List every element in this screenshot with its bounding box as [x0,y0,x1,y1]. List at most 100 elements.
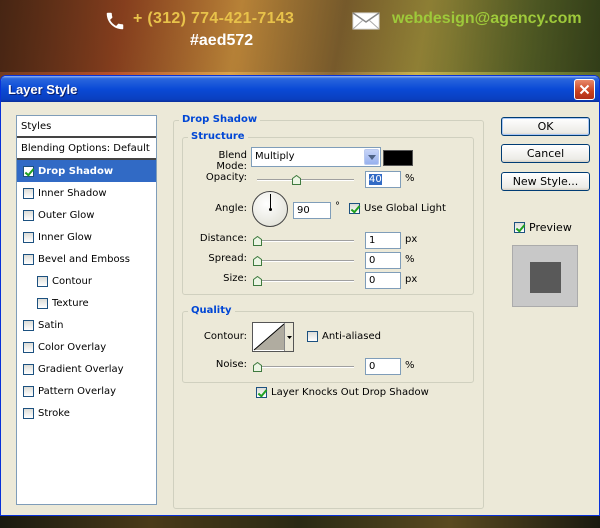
checkbox-box[interactable] [23,407,34,419]
style-item-label: Bevel and Emboss [38,253,130,265]
angle-unit: ° [335,201,340,212]
angle-value: 90 [297,205,310,216]
email-address: webdesign@agency.com [392,10,582,27]
style-item-label: Color Overlay [38,341,107,353]
style-item-pattern-overlay[interactable]: Pattern Overlay [17,380,156,402]
angle-input[interactable]: 90 [293,202,331,219]
close-icon [579,84,590,95]
style-item-inner-shadow[interactable]: Inner Shadow [17,182,156,204]
noise-slider[interactable] [253,362,354,372]
style-item-label: Inner Glow [38,231,92,243]
noise-input[interactable]: 0 [365,358,401,375]
knockout-checkbox[interactable]: Layer Knocks Out Drop Shadow [256,387,429,398]
style-preview [512,245,578,307]
checkbox-box[interactable] [256,387,267,398]
slider-thumb[interactable] [253,276,262,286]
spread-slider[interactable] [253,256,354,266]
new-style-button[interactable]: New Style... [501,172,590,191]
distance-input[interactable]: 1 [365,232,401,249]
slider-thumb[interactable] [253,236,262,246]
ok-button[interactable]: OK [501,117,590,136]
styles-header[interactable]: Styles [17,116,156,138]
spread-value: 0 [369,255,376,266]
preview-swatch [530,262,561,293]
structure-title: Structure [188,131,248,142]
blending-options-item[interactable]: Blending Options: Default [17,138,156,160]
style-item-inner-glow[interactable]: Inner Glow [17,226,156,248]
opacity-input[interactable]: 40 [365,171,401,188]
contour-curve-icon [253,323,285,351]
phone-number: + (312) 774-421-7143 [133,10,295,27]
distance-label: Distance: [199,233,247,244]
anti-aliased-checkbox[interactable]: Anti-aliased [307,331,381,342]
chevron-down-icon [286,335,292,339]
size-slider[interactable] [253,276,354,286]
style-items: Drop Shadow Inner Shadow Outer Glow Inner G… [17,160,156,424]
title-bar[interactable]: Layer Style [1,76,599,102]
size-value: 0 [369,275,376,286]
slider-track [257,260,354,262]
checkbox-box[interactable] [23,231,34,243]
style-item-label: Drop Shadow [38,165,114,177]
size-input[interactable]: 0 [365,272,401,289]
style-item-label: Inner Shadow [38,187,107,199]
distance-slider[interactable] [253,236,354,246]
checkbox-box[interactable] [23,165,34,177]
blend-mode-select[interactable]: Multiply [251,147,381,167]
opacity-slider[interactable] [257,175,354,185]
background-strip [0,516,600,528]
window-title: Layer Style [8,81,78,97]
angle-dial[interactable] [252,191,288,227]
checkbox-box[interactable] [23,253,34,265]
style-item-outer-glow[interactable]: Outer Glow [17,204,156,226]
checkbox-box[interactable] [23,341,34,353]
styles-list: Styles Blending Options: Default Drop Sh… [16,115,157,505]
checkbox-box[interactable] [514,222,525,233]
style-item-gradient-overlay[interactable]: Gradient Overlay [17,358,156,380]
style-item-label: Pattern Overlay [38,385,117,397]
noise-label: Noise: [215,359,247,370]
checkbox-box[interactable] [37,297,48,309]
shadow-color-swatch[interactable] [383,150,413,166]
global-light-checkbox[interactable]: Use Global Light [349,203,446,214]
preview-checkbox[interactable]: Preview [514,221,572,234]
global-light-label: Use Global Light [364,203,446,214]
slider-thumb[interactable] [291,175,301,185]
slider-thumb[interactable] [253,256,262,266]
close-button[interactable] [574,79,595,100]
contour-picker[interactable] [252,322,294,352]
style-item-contour[interactable]: Contour [17,270,156,292]
contour-dropdown[interactable] [284,323,293,351]
style-item-label: Texture [52,297,89,309]
spread-input[interactable]: 0 [365,252,401,269]
cancel-button[interactable]: Cancel [501,144,590,163]
opacity-unit: % [405,173,415,184]
noise-unit: % [405,360,415,371]
color-hex-label: #aed572 [190,32,254,49]
preview-label: Preview [529,221,572,234]
style-item-stroke[interactable]: Stroke [17,402,156,424]
quality-title: Quality [188,305,235,316]
style-item-satin[interactable]: Satin [17,314,156,336]
checkbox-box[interactable] [23,319,34,331]
checkbox-box[interactable] [307,331,318,342]
distance-value: 1 [369,235,376,246]
checkbox-box[interactable] [37,275,48,287]
checkbox-box[interactable] [23,187,34,199]
quality-group: Quality [182,305,474,383]
slider-thumb[interactable] [253,362,262,372]
dialog-client-area: Styles Blending Options: Default Drop Sh… [4,102,596,512]
style-item-drop-shadow[interactable]: Drop Shadow [17,160,156,182]
style-item-bevel-and-emboss[interactable]: Bevel and Emboss [17,248,156,270]
chevron-down-icon [364,149,379,165]
noise-value: 0 [369,361,376,372]
checkbox-box[interactable] [23,363,34,375]
checkbox-box[interactable] [349,203,360,214]
checkbox-box[interactable] [23,385,34,397]
layer-style-dialog: Layer Style Styles Blending Options: Def… [0,75,600,516]
mail-icon [352,12,380,30]
style-item-texture[interactable]: Texture [17,292,156,314]
style-item-color-overlay[interactable]: Color Overlay [17,336,156,358]
size-label: Size: [223,273,247,284]
checkbox-box[interactable] [23,209,34,221]
